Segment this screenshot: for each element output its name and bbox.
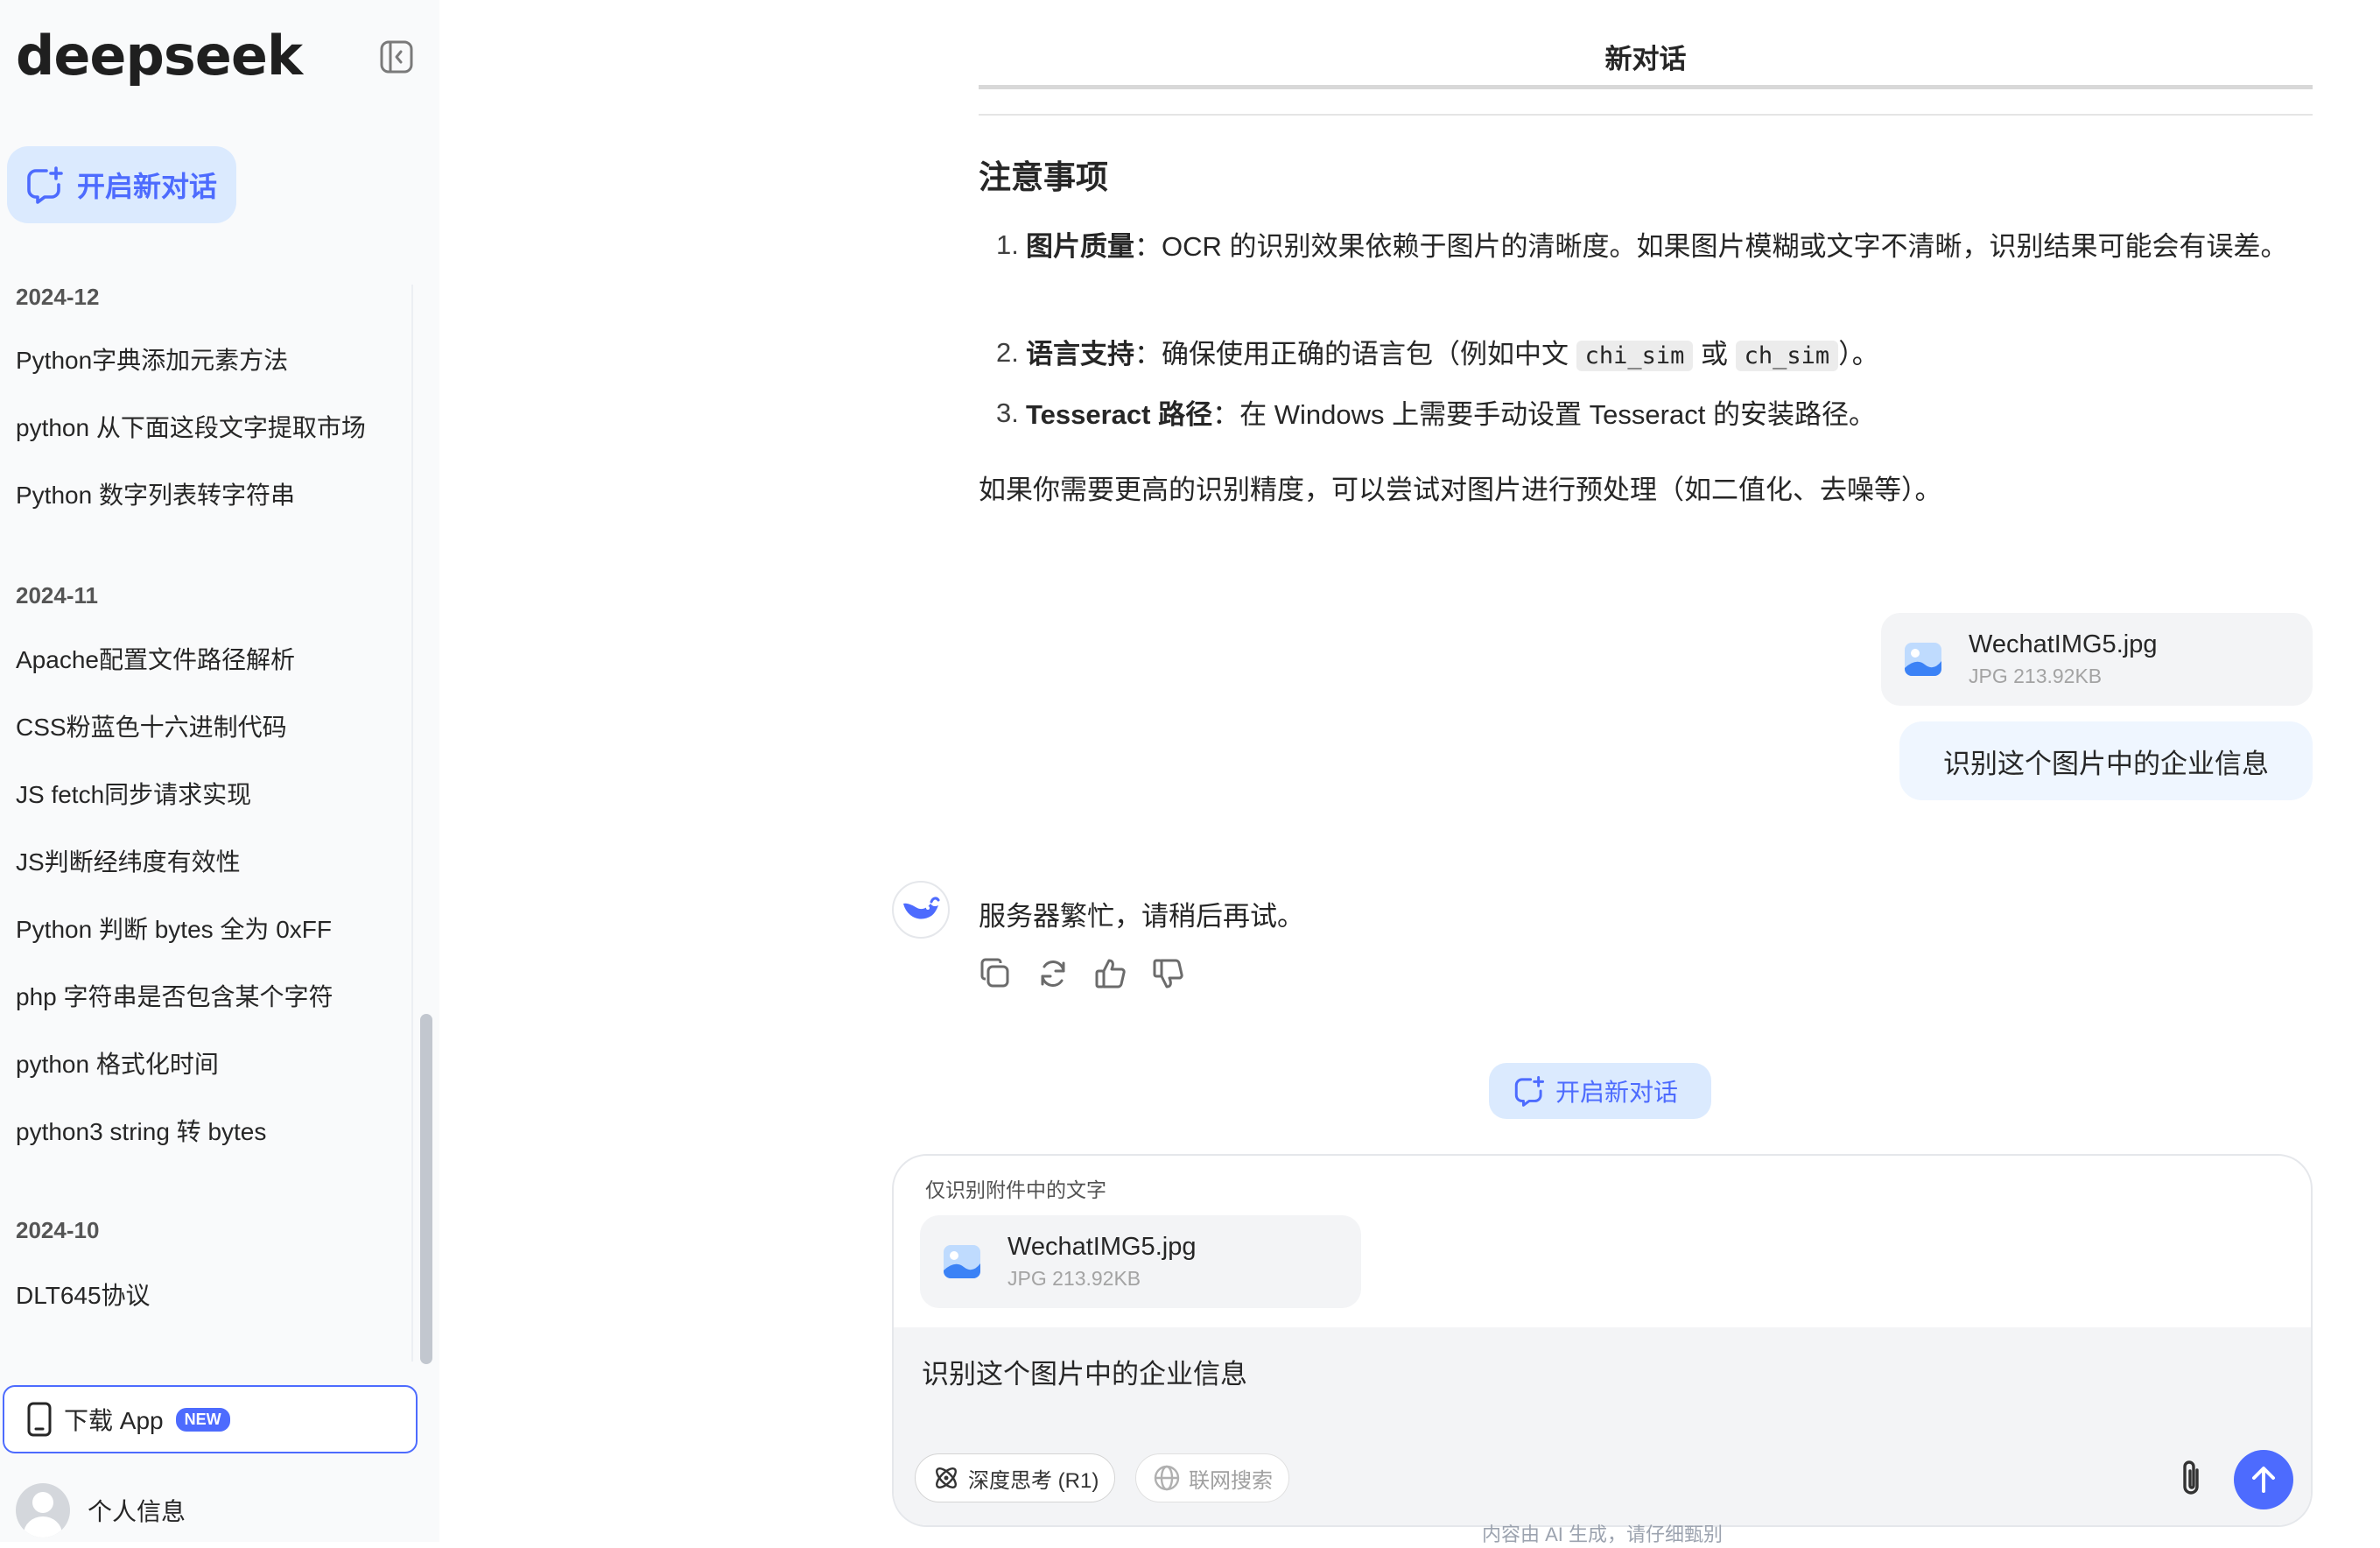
page-title: 新对话 bbox=[1604, 44, 1687, 74]
answer-closing-paragraph: 如果你需要更高的识别精度，可以尝试对图片进行预处理（如二值化、去噪等）。 bbox=[979, 475, 1942, 505]
new-chat-button[interactable]: 开启新对话 bbox=[7, 146, 236, 223]
sidebar: deepseek 开启新对话 2024-12 Python字典添加元素方法 py… bbox=[0, 0, 439, 1542]
chat-history-list: 2024-12 Python字典添加元素方法 python 从下面这段文字提取市… bbox=[0, 271, 411, 1357]
profile-label: 个人信息 bbox=[88, 1498, 186, 1525]
message-input[interactable]: 识别这个图片中的企业信息 深度思考 (R1) 联网搜索 bbox=[894, 1327, 2311, 1525]
inline-code: chi_sim bbox=[1576, 341, 1694, 371]
phone-icon bbox=[27, 1402, 52, 1437]
download-app-label: 下载 App bbox=[64, 1407, 164, 1434]
user-message-bubble: 识别这个图片中的企业信息 bbox=[1899, 721, 2313, 800]
title-divider bbox=[979, 85, 2313, 89]
answer-heading: 注意事项 bbox=[979, 159, 1108, 195]
list-item: 语言支持：确保使用正确的语言包（例如中文 chi_sim 或 ch_sim）。 bbox=[1026, 330, 2295, 381]
history-group-title: 2024-10 bbox=[16, 1217, 100, 1243]
history-item[interactable]: Apache配置文件路径解析 bbox=[16, 641, 392, 676]
sidebar-scrollbar-thumb[interactable] bbox=[420, 1014, 432, 1364]
new-chat-icon bbox=[1513, 1075, 1545, 1107]
deep-think-toggle[interactable]: 深度思考 (R1) bbox=[915, 1453, 1116, 1502]
attachment-hint: 仅识别附件中的文字 bbox=[925, 1179, 1106, 1201]
sidebar-scrollbar-track bbox=[411, 285, 413, 1362]
history-group-title: 2024-12 bbox=[16, 284, 100, 310]
paperclip-icon bbox=[2183, 1460, 2199, 1495]
history-item[interactable]: Python 判断 bytes 全为 0xFF bbox=[16, 911, 392, 946]
attachment-file-size: JPG 213.92KB bbox=[1007, 1267, 1141, 1290]
list-item-text: ：在 Windows 上需要手动设置 Tesseract 的安装路径。 bbox=[1212, 399, 1876, 430]
thumbs-down-icon bbox=[1153, 959, 1183, 989]
sidebar-collapse-icon bbox=[380, 40, 413, 74]
history-item[interactable]: Python 数字列表转字符串 bbox=[16, 476, 392, 511]
image-file-icon bbox=[944, 1245, 980, 1278]
thumbs-down-button[interactable] bbox=[1149, 954, 1188, 993]
list-item-label: 图片质量 bbox=[1026, 231, 1134, 262]
list-number: 2. bbox=[996, 337, 1019, 368]
list-number: 1. bbox=[996, 229, 1019, 260]
history-item[interactable]: python3 string 转 bytes bbox=[16, 1113, 392, 1148]
composer-attachment-card[interactable]: WechatIMG5.jpg JPG 213.92KB bbox=[920, 1215, 1361, 1308]
web-search-toggle[interactable]: 联网搜索 bbox=[1135, 1453, 1289, 1502]
attachment-file-size: JPG 213.92KB bbox=[1969, 665, 2103, 687]
message-actions bbox=[976, 954, 1188, 993]
history-item[interactable]: JS判断经纬度有效性 bbox=[16, 843, 392, 878]
new-chat-icon bbox=[23, 163, 67, 207]
list-number: 3. bbox=[996, 398, 1019, 428]
content-divider bbox=[979, 114, 2313, 116]
attachment-file-name: WechatIMG5.jpg bbox=[1969, 630, 2158, 658]
history-item[interactable]: python 格式化时间 bbox=[16, 1045, 392, 1080]
image-file-icon bbox=[1905, 643, 1941, 676]
list-item: Tesseract 路径：在 Windows 上需要手动设置 Tesseract… bbox=[1026, 391, 2295, 440]
history-item[interactable]: Python字典添加元素方法 bbox=[16, 341, 392, 376]
collapse-sidebar-button[interactable] bbox=[377, 38, 416, 76]
new-chat-label: 开启新对话 bbox=[1555, 1079, 1679, 1106]
history-item[interactable]: DLT645协议 bbox=[16, 1277, 392, 1312]
deepseek-avatar-icon bbox=[892, 881, 950, 939]
inline-code: ch_sim bbox=[1735, 341, 1839, 371]
download-app-button[interactable]: 下载 App NEW bbox=[3, 1385, 418, 1453]
copy-icon bbox=[980, 958, 1009, 988]
list-item: 图片质量：OCR 的识别效果依赖于图片的清晰度。如果图片模糊或文字不清晰，识别结… bbox=[1026, 222, 2295, 271]
bot-reply-text: 服务器繁忙，请稍后再试。 bbox=[979, 901, 1304, 932]
thumbs-up-button[interactable] bbox=[1092, 954, 1130, 993]
attach-file-button[interactable] bbox=[2168, 1455, 2214, 1501]
send-button[interactable] bbox=[2234, 1450, 2293, 1509]
list-item-label: 语言支持 bbox=[1026, 339, 1134, 369]
history-item[interactable]: python 从下面这段文字提取市场 bbox=[16, 409, 392, 444]
message-input-value[interactable]: 识别这个图片中的企业信息 bbox=[922, 1352, 1247, 1391]
ai-disclaimer: 内容由 AI 生成，请仔细甄别 bbox=[1481, 1523, 1723, 1545]
message-composer: 仅识别附件中的文字 WechatIMG5.jpg JPG 213.92KB 识别… bbox=[892, 1154, 2313, 1527]
arrow-up-icon bbox=[2252, 1467, 2275, 1493]
list-item-text: ：OCR 的识别效果依赖于图片的清晰度。如果图片模糊或文字不清晰，识别结果可能会… bbox=[1134, 231, 2288, 262]
list-item-text: ：确保使用正确的语言包（例如中文 bbox=[1134, 339, 1576, 369]
thumbs-up-icon bbox=[1095, 959, 1126, 989]
list-item-text: ）。 bbox=[1838, 339, 1879, 369]
regenerate-button[interactable] bbox=[1034, 954, 1072, 993]
avatar bbox=[16, 1483, 70, 1537]
user-attachment-card[interactable]: WechatIMG5.jpg JPG 213.92KB bbox=[1881, 613, 2313, 706]
profile-button[interactable]: 个人信息 bbox=[16, 1483, 186, 1537]
new-badge: NEW bbox=[175, 1407, 230, 1432]
history-item[interactable]: CSS粉蓝色十六进制代码 bbox=[16, 708, 392, 743]
history-item[interactable]: JS fetch同步请求实现 bbox=[16, 776, 392, 811]
new-chat-label: 开启新对话 bbox=[77, 171, 218, 202]
attachment-file-name: WechatIMG5.jpg bbox=[1007, 1233, 1197, 1261]
history-group-title: 2024-11 bbox=[16, 582, 98, 609]
list-item-label: Tesseract 路径 bbox=[1026, 399, 1213, 430]
refresh-icon bbox=[1041, 960, 1065, 987]
new-chat-inline-button[interactable]: 开启新对话 bbox=[1489, 1063, 1711, 1119]
history-item[interactable]: php 字符串是否包含某个字符 bbox=[16, 978, 392, 1013]
atom-icon bbox=[931, 1463, 961, 1493]
copy-button[interactable] bbox=[976, 954, 1014, 993]
deepseek-logo[interactable]: deepseek bbox=[16, 21, 303, 91]
list-item-text: 或 bbox=[1693, 339, 1736, 369]
deep-think-label: 深度思考 (R1) bbox=[968, 1468, 1099, 1493]
globe-icon bbox=[1152, 1463, 1182, 1493]
web-search-label: 联网搜索 bbox=[1189, 1468, 1273, 1493]
